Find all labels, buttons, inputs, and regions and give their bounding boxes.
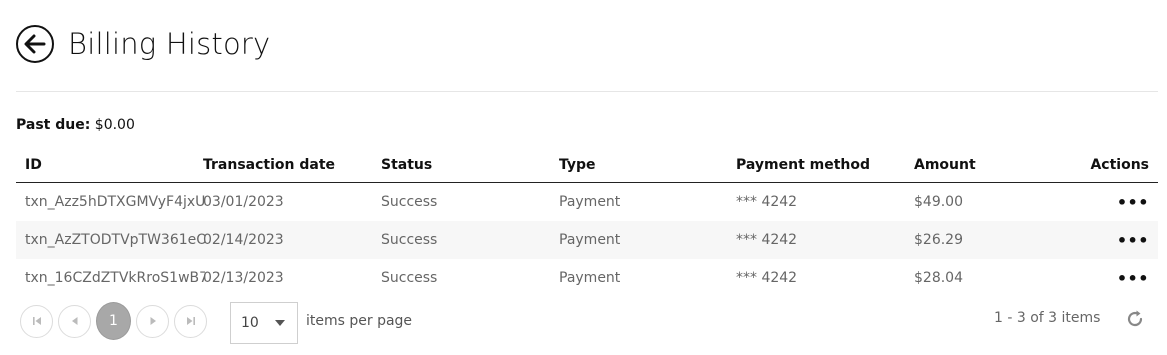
pager: 1 bbox=[20, 302, 212, 340]
page-number-button[interactable]: 1 bbox=[96, 302, 131, 340]
row-actions-menu-icon[interactable]: ••• bbox=[1117, 221, 1149, 259]
column-header-actions: Actions bbox=[1090, 156, 1149, 173]
header-divider bbox=[16, 91, 1158, 92]
cell-status: Success bbox=[381, 194, 438, 210]
table-row[interactable]: txn_AzZTODTVpTW361eO 02/14/2023 Success … bbox=[16, 221, 1158, 259]
past-due-label: Past due: bbox=[16, 117, 91, 133]
column-header-status[interactable]: Status bbox=[381, 147, 432, 182]
cell-payment-method: *** 4242 bbox=[736, 270, 798, 286]
table-row[interactable]: txn_Azz5hDTXGMVyF4jxU 03/01/2023 Success… bbox=[16, 183, 1158, 221]
next-page-icon bbox=[150, 317, 156, 325]
cell-amount: $26.29 bbox=[914, 232, 963, 248]
row-actions-menu-icon[interactable]: ••• bbox=[1117, 183, 1149, 221]
page-title: Billing History bbox=[68, 27, 271, 61]
column-header-id[interactable]: ID bbox=[25, 147, 205, 182]
page-header: Billing History bbox=[16, 22, 270, 66]
cell-id: txn_AzZTODTVpTW361eO bbox=[25, 232, 205, 248]
column-header-amount[interactable]: Amount bbox=[914, 147, 976, 182]
past-due-summary: Past due: $0.00 bbox=[16, 117, 135, 133]
last-page-icon bbox=[186, 317, 195, 325]
page-size-value: 10 bbox=[241, 315, 259, 331]
column-header-payment-method[interactable]: Payment method bbox=[736, 147, 870, 182]
cell-type: Payment bbox=[559, 270, 621, 286]
refresh-icon bbox=[1127, 310, 1143, 327]
billing-table: ID Transaction date Status Type Payment … bbox=[16, 147, 1158, 297]
next-page-button[interactable] bbox=[136, 304, 169, 338]
cell-status: Success bbox=[381, 232, 438, 248]
pager-info: 1 - 3 of 3 items bbox=[994, 310, 1101, 326]
previous-page-button[interactable] bbox=[58, 304, 91, 338]
items-per-page-label: items per page bbox=[306, 313, 413, 329]
cell-type: Payment bbox=[559, 194, 621, 210]
arrow-left-icon bbox=[24, 34, 46, 54]
table-row[interactable]: txn_16CZdZTVkRroS1wB7 02/13/2023 Success… bbox=[16, 259, 1158, 297]
cell-id: txn_16CZdZTVkRroS1wB7 bbox=[25, 270, 205, 286]
first-page-icon bbox=[32, 317, 41, 325]
column-header-date[interactable]: Transaction date bbox=[203, 147, 335, 182]
column-header-type[interactable]: Type bbox=[559, 147, 596, 182]
cell-amount: $49.00 bbox=[914, 194, 963, 210]
cell-status: Success bbox=[381, 270, 438, 286]
last-page-button[interactable] bbox=[174, 304, 207, 338]
cell-type: Payment bbox=[559, 232, 621, 248]
cell-payment-method: *** 4242 bbox=[736, 232, 798, 248]
table-header: ID Transaction date Status Type Payment … bbox=[16, 147, 1158, 183]
past-due-value: $0.00 bbox=[94, 117, 135, 133]
row-actions-menu-icon[interactable]: ••• bbox=[1117, 259, 1149, 297]
refresh-button[interactable] bbox=[1124, 308, 1146, 330]
cell-date: 02/13/2023 bbox=[203, 270, 284, 286]
cell-payment-method: *** 4242 bbox=[736, 194, 798, 210]
cell-id: txn_Azz5hDTXGMVyF4jxU bbox=[25, 194, 205, 210]
previous-page-icon bbox=[71, 317, 77, 325]
back-button[interactable] bbox=[16, 25, 54, 63]
cell-date: 03/01/2023 bbox=[203, 194, 284, 210]
cell-date: 02/14/2023 bbox=[203, 232, 284, 248]
page-size-select[interactable]: 10 bbox=[230, 302, 298, 344]
cell-amount: $28.04 bbox=[914, 270, 963, 286]
caret-down-icon bbox=[275, 319, 285, 326]
first-page-button[interactable] bbox=[20, 304, 53, 338]
